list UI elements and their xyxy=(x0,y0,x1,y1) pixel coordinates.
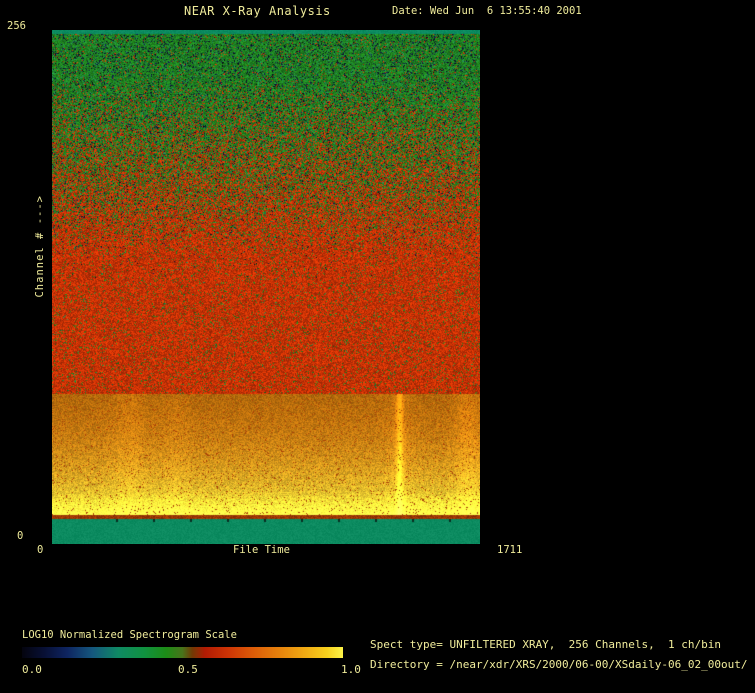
y-axis-max-tick: 256 xyxy=(7,20,26,32)
colorbar-gradient xyxy=(22,647,343,658)
page-title: NEAR X-Ray Analysis xyxy=(184,4,331,18)
spectrogram-image xyxy=(52,30,480,544)
colorbar-tick-max: 1.0 xyxy=(341,663,361,676)
colorbar-tick-mid: 0.5 xyxy=(178,663,198,676)
near-xray-analysis-window: NEAR X-Ray Analysis Date: Wed Jun 6 13:5… xyxy=(0,0,755,693)
y-axis-min-tick: 0 xyxy=(17,530,24,542)
directory-line: Directory = /near/xdr/XRS/2000/06-00/XSd… xyxy=(370,658,748,671)
colorbar-tick-min: 0.0 xyxy=(22,663,42,676)
spect-type-line: Spect type= UNFILTERED XRAY, 256 Channel… xyxy=(370,638,721,651)
date-label: Date: Wed Jun 6 13:55:40 2001 xyxy=(392,5,582,17)
x-axis-min-tick: 0 xyxy=(37,544,44,556)
x-axis-max-tick: 1711 xyxy=(497,544,523,556)
y-axis-label: Channel # ---> xyxy=(34,195,46,298)
x-axis-label: File Time xyxy=(233,544,290,556)
colorbar-title: LOG10 Normalized Spectrogram Scale xyxy=(22,629,237,641)
